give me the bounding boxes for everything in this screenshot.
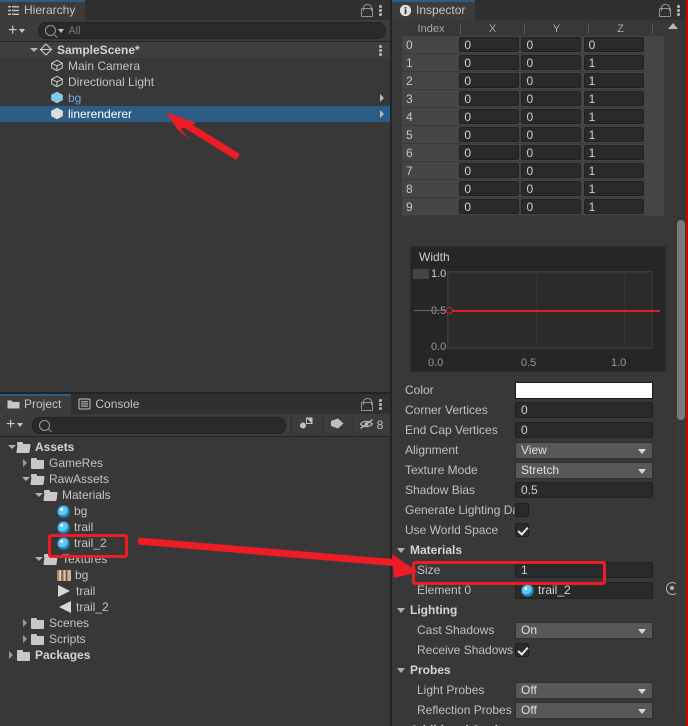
arrow-trail2-to-element0	[137, 537, 418, 578]
arrow-to-linerenderer	[166, 112, 240, 160]
annotation-layer	[137, 112, 418, 578]
highlight-element0-field	[412, 561, 606, 585]
highlight-trail2-asset	[48, 534, 128, 558]
